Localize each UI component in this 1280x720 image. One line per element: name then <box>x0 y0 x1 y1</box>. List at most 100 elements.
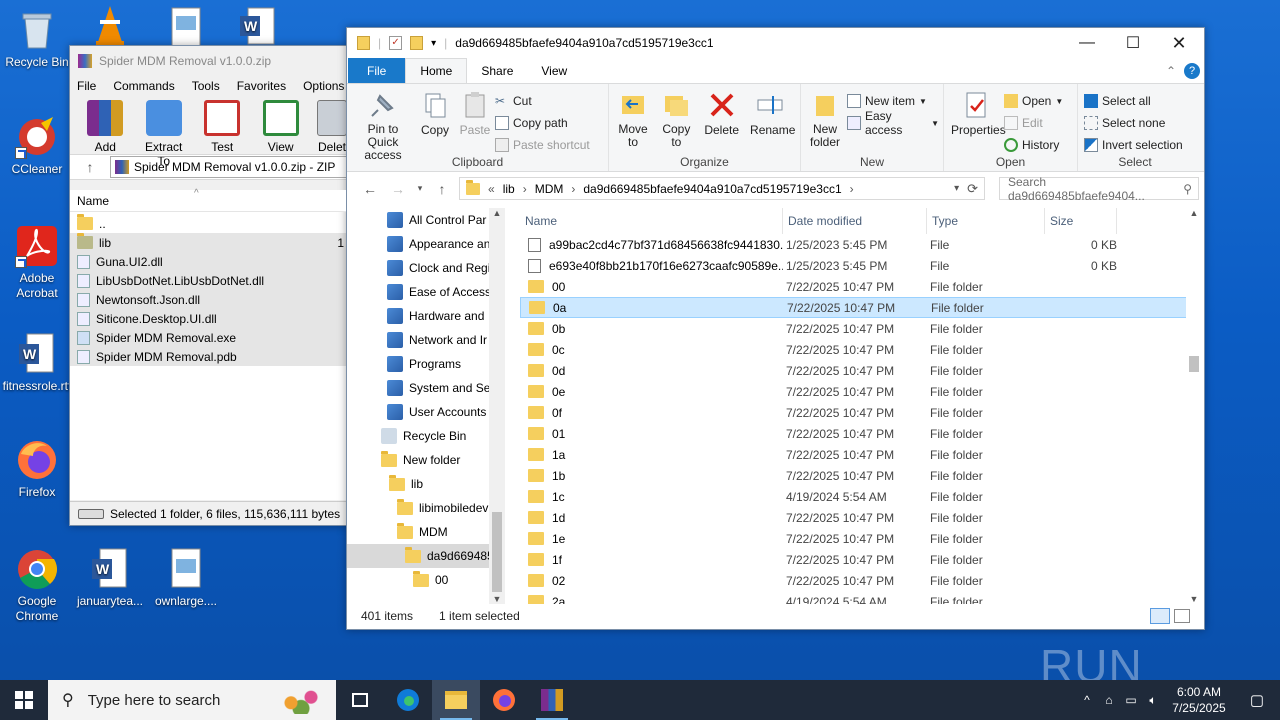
notification-icon[interactable]: ▢ <box>1234 691 1280 709</box>
nav-item[interactable]: New folder <box>347 448 505 472</box>
taskbar-edge[interactable] <box>384 680 432 720</box>
copy-to-button[interactable]: Copy to <box>656 88 696 149</box>
file-row[interactable]: 0f 7/22/2025 10:47 PM File folder <box>520 402 1192 423</box>
cut-button[interactable]: ✂ Cut <box>495 90 590 112</box>
network-wired-icon[interactable]: ▭ <box>1120 693 1142 707</box>
view-button[interactable]: View <box>255 96 305 154</box>
task-view-button[interactable] <box>336 680 384 720</box>
new-folder-icon[interactable] <box>410 36 424 50</box>
delete-button[interactable]: Delete <box>700 88 744 137</box>
help-icon[interactable]: ? <box>1184 62 1200 79</box>
volume-icon[interactable]: 🔈︎ <box>1142 693 1164 708</box>
rename-button[interactable]: Rename <box>747 88 795 137</box>
nav-item[interactable]: Hardware and <box>347 304 505 328</box>
column-header-name[interactable]: Name <box>520 208 783 234</box>
taskbar-winrar[interactable] <box>528 680 576 720</box>
column-header-date[interactable]: Date modified <box>783 208 927 234</box>
file-scroll-thumb[interactable] <box>1189 356 1199 372</box>
edit-button[interactable]: Edit <box>1004 112 1063 134</box>
nav-scroll-thumb[interactable] <box>492 512 502 592</box>
file-row[interactable]: Spider MDM Removal.exe <box>70 328 346 347</box>
file-row[interactable]: .. <box>70 214 346 233</box>
chevron-right-icon[interactable]: › <box>523 182 527 196</box>
refresh-icon[interactable]: ⟳ <box>967 181 978 197</box>
taskbar-firefox[interactable] <box>480 680 528 720</box>
desktop-icon-firefox[interactable]: Firefox <box>1 438 73 500</box>
tab-home[interactable]: Home <box>405 58 468 83</box>
menu-favorites[interactable]: Favorites <box>237 79 286 93</box>
start-button[interactable] <box>0 680 48 720</box>
history-button[interactable]: History <box>1004 134 1063 156</box>
desktop-icon-chrome[interactable]: Google Chrome <box>1 547 73 624</box>
select-none-button[interactable]: Select none <box>1084 112 1188 134</box>
select-all-button[interactable]: Select all <box>1084 90 1188 112</box>
paste-shortcut-button[interactable]: Paste shortcut <box>495 134 590 156</box>
file-row[interactable]: 0e 7/22/2025 10:47 PM File folder <box>520 381 1192 402</box>
file-row[interactable]: e693e40f8bb21b170f16e6273caafc90589e... 1… <box>520 255 1192 276</box>
menu-tools[interactable]: Tools <box>192 79 220 93</box>
tab-file[interactable]: File <box>348 58 406 83</box>
winrar-column-header[interactable]: Name ^ <box>70 188 346 212</box>
nav-item[interactable]: All Control Par <box>347 208 505 232</box>
paste-button[interactable]: Paste <box>455 88 495 162</box>
file-row[interactable]: 0d 7/22/2025 10:47 PM File folder <box>520 360 1192 381</box>
explorer-titlebar[interactable]: | ✓ ▾ | da9d669485bfaefe9404a910a7cd5195… <box>347 28 1204 58</box>
chevron-right-icon[interactable]: › <box>571 182 575 196</box>
up-arrow-icon[interactable]: ↑ <box>70 159 110 175</box>
column-header-type[interactable]: Type <box>927 208 1045 234</box>
nav-item[interactable]: 00 <box>347 568 505 592</box>
file-row[interactable]: 0b 7/22/2025 10:47 PM File folder <box>520 318 1192 339</box>
new-folder-button[interactable]: New folder <box>805 88 845 149</box>
name-column-header[interactable]: Name <box>77 194 109 208</box>
desktop-icon-vlc[interactable] <box>74 4 146 51</box>
desktop-icon-januarytea[interactable]: W januarytea... <box>74 547 146 609</box>
winrar-window[interactable]: Spider MDM Removal v1.0.0.zip File Comma… <box>69 45 370 526</box>
desktop-icon-fitnessrole[interactable]: W fitnessrole.rtf <box>1 332 73 394</box>
nav-item[interactable]: Appearance an <box>347 232 505 256</box>
scroll-up-icon[interactable]: ▲ <box>1186 208 1202 218</box>
file-row[interactable]: 1d 7/22/2025 10:47 PM File folder <box>520 507 1192 528</box>
clock[interactable]: 6:00 AM 7/25/2025 <box>1164 684 1234 716</box>
menu-file[interactable]: File <box>77 79 96 93</box>
large-icons-view-icon[interactable] <box>1174 609 1190 623</box>
taskbar-file-explorer[interactable] <box>432 680 480 720</box>
menu-options[interactable]: Options <box>303 79 344 93</box>
desktop-icon-word[interactable]: W <box>222 4 294 51</box>
nav-item[interactable]: Programs <box>347 352 505 376</box>
file-row[interactable]: Newtonsoft.Json.dll <box>70 290 346 309</box>
forward-arrow-icon[interactable]: → <box>387 181 409 197</box>
back-arrow-icon[interactable]: ← <box>359 181 381 197</box>
nav-item[interactable]: da9d669485 <box>347 544 505 568</box>
scroll-up-icon[interactable]: ▲ <box>489 208 505 218</box>
minimize-icon[interactable]: — <box>1064 28 1110 58</box>
desktop-icon-ownlarge[interactable]: ownlarge.... <box>150 547 222 609</box>
file-row[interactable]: 1a 7/22/2025 10:47 PM File folder <box>520 444 1192 465</box>
easy-access-button[interactable]: Easy access ▼ <box>847 109 939 137</box>
nav-item[interactable]: Ease of Access <box>347 280 505 304</box>
pin-quick-access-button[interactable]: Pin to Quick access <box>351 88 415 162</box>
maximize-icon[interactable]: ☐ <box>1110 28 1156 58</box>
file-row[interactable]: a99bac2cd4c77bf371d68456638fc9441830... 1… <box>520 234 1192 255</box>
file-row[interactable]: lib 1 <box>70 233 346 252</box>
invert-selection-button[interactable]: Invert selection <box>1084 134 1188 156</box>
nav-item[interactable]: libimobiledev <box>347 496 505 520</box>
file-row[interactable]: 1f 7/22/2025 10:47 PM File folder <box>520 549 1192 570</box>
file-row[interactable]: 1e 7/22/2025 10:47 PM File folder <box>520 528 1192 549</box>
nav-item[interactable]: MDM <box>347 520 505 544</box>
column-header-size[interactable]: Size <box>1045 208 1117 234</box>
recent-locations-icon[interactable]: ▾ <box>415 183 425 194</box>
nav-item[interactable]: lib <box>347 472 505 496</box>
address-bar[interactable]: « lib › MDM › da9d669485bfaefe9404a910a7… <box>459 177 985 200</box>
test-button[interactable]: Test <box>197 96 247 154</box>
explorer-window[interactable]: | ✓ ▾ | da9d669485bfaefe9404a910a7cd5195… <box>346 27 1205 630</box>
breadcrumb-mdm[interactable]: MDM <box>535 182 564 196</box>
search-box[interactable]: Search da9d669485bfaefe9404... ⚲ <box>999 175 1199 203</box>
delete-button[interactable]: Delet <box>314 96 350 154</box>
tab-view[interactable]: View <box>527 58 581 83</box>
add-button[interactable]: Add <box>80 96 130 154</box>
file-row[interactable]: 1b 7/22/2025 10:47 PM File folder <box>520 465 1192 486</box>
taskbar-search-box[interactable]: ⚲ Type here to search <box>48 680 336 720</box>
properties-button[interactable]: Properties <box>948 88 1006 156</box>
desktop-icon-image[interactable] <box>150 4 222 51</box>
file-row[interactable]: 0a 7/22/2025 10:47 PM File folder <box>520 297 1192 318</box>
